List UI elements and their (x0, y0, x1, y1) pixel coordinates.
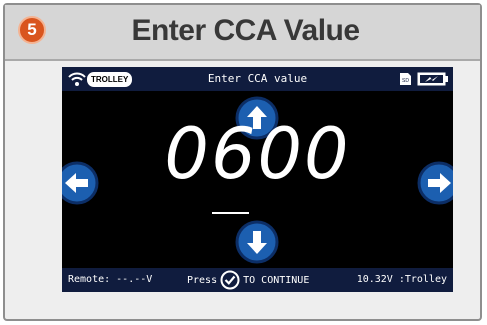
arrow-left-icon (62, 161, 99, 205)
sd-card-icon: SD (399, 72, 412, 91)
device-screen: TROLLEY Enter CCA value SD 0600 Remote: … (62, 67, 453, 292)
battery-voltage: 10.32V :Trolley (356, 274, 447, 285)
arrow-down-icon (235, 220, 279, 264)
page-title: Enter CCA Value (131, 14, 360, 47)
battery-charging-icon (417, 72, 449, 91)
screen-title: Enter CCA value (207, 72, 308, 85)
digit-cursor (212, 212, 249, 214)
press-label: Press (187, 274, 218, 286)
remote-voltage: Remote: --.--V (68, 274, 153, 285)
check-icon[interactable] (220, 270, 240, 290)
continue-label: TO CONTINUE (243, 274, 310, 286)
status-bar: TROLLEY Enter CCA value SD (62, 67, 453, 91)
svg-text:SD: SD (402, 78, 409, 84)
cca-value: 0600 (164, 113, 351, 195)
arrow-down-button[interactable] (234, 219, 280, 265)
arrow-right-button[interactable] (416, 160, 453, 206)
continue-prompt: Press TO CONTINUE (187, 270, 309, 290)
arrow-right-icon (417, 161, 453, 205)
instruction-card: 5 Enter CCA Value TROLLEY Enter CCA valu… (3, 3, 482, 321)
title-bar: 5 Enter CCA Value (5, 5, 480, 61)
bottom-bar: Remote: --.--V Press TO CONTINUE 10.32V … (62, 268, 453, 292)
arrow-left-button[interactable] (62, 160, 100, 206)
